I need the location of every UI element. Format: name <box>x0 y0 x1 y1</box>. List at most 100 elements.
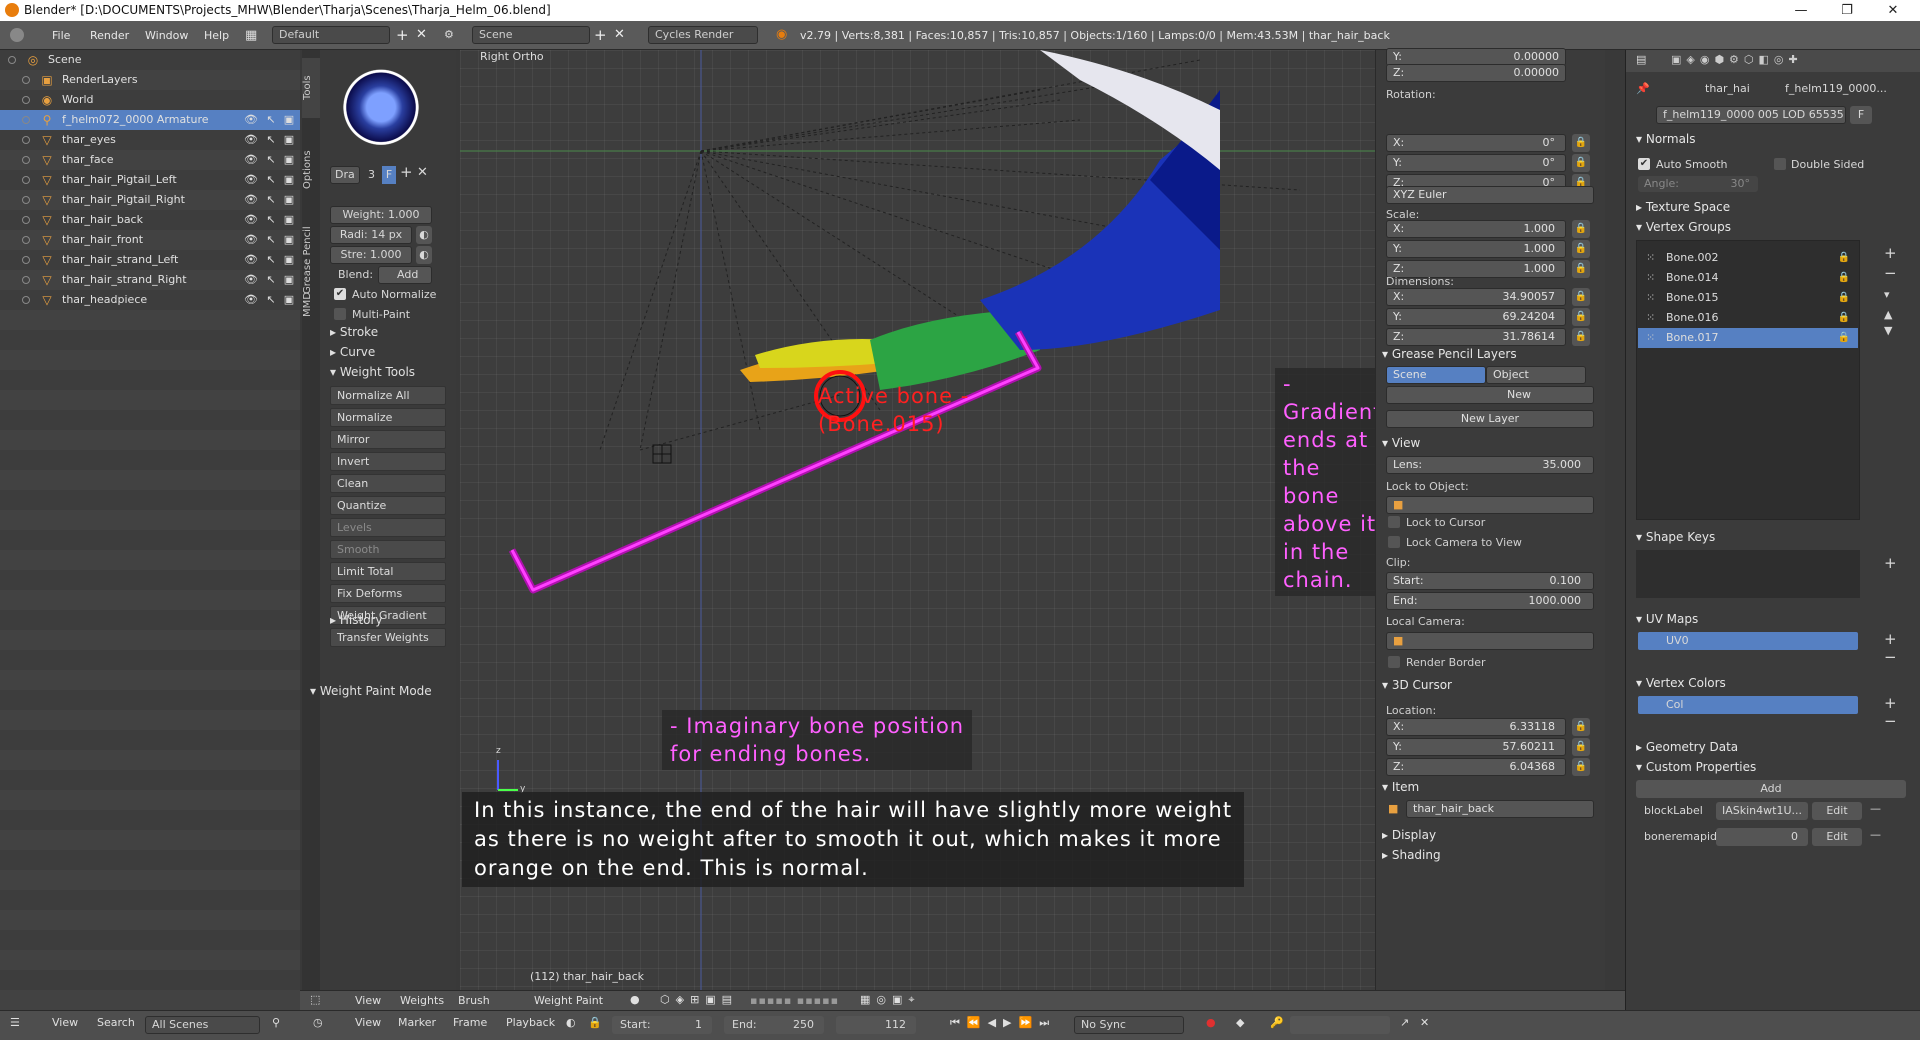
scene-icon[interactable]: ⚙ <box>444 28 454 41</box>
keying-set-icon[interactable]: 🔑 <box>1270 1016 1284 1029</box>
outliner-item[interactable]: ▽ thar_hair_Pigtail_Right 👁 ↖ ▣ <box>0 190 300 210</box>
current-frame-field[interactable]: 112 <box>836 1016 916 1034</box>
outliner-item[interactable]: ▽ thar_hair_strand_Right 👁 ↖ ▣ <box>0 270 300 290</box>
remove-vertex-color-icon[interactable]: − <box>1884 712 1897 730</box>
visibility-eye-icon[interactable]: 👁 <box>244 210 258 230</box>
selectable-cursor-icon[interactable]: ↖ <box>264 250 278 270</box>
tab-mmd[interactable]: MMD <box>302 290 320 320</box>
delete-key-icon[interactable]: ✕ <box>1420 1016 1429 1029</box>
selectable-cursor-icon[interactable]: ↖ <box>264 190 278 210</box>
outliner-item[interactable]: ▽ thar_hair_front 👁 ↖ ▣ <box>0 230 300 250</box>
vertex-group-specials-icon[interactable]: ▾ <box>1884 288 1890 301</box>
remove-uv-icon[interactable]: − <box>1884 648 1897 666</box>
scale-y-field[interactable]: Y: 1.000 <box>1386 240 1566 258</box>
render-camera-icon[interactable]: ▣ <box>282 170 296 190</box>
lock-icon[interactable]: 🔒 <box>1572 308 1590 326</box>
lock-icon[interactable]: 🔒 <box>1572 718 1590 736</box>
menu-file[interactable]: File <box>52 29 70 42</box>
outliner-item[interactable]: ▣ RenderLayers <box>0 70 300 90</box>
3d-viewport[interactable]: Right Ortho z y (112) thar_hair_back Act… <box>460 50 1375 990</box>
panel-custom-properties[interactable]: ▾ Custom Properties <box>1636 760 1756 774</box>
keying-set-field[interactable] <box>1290 1016 1390 1034</box>
display-mode-selector[interactable]: All Scenes <box>145 1016 260 1034</box>
normalize-all-button[interactable]: Normalize All <box>330 386 446 405</box>
clip-start-field[interactable]: Start: 0.100 <box>1386 572 1594 590</box>
add-layout-icon[interactable]: + <box>396 26 409 44</box>
panel-history[interactable]: ▸ History <box>330 611 450 629</box>
outliner-view-menu[interactable]: View <box>52 1016 78 1029</box>
selectable-cursor-icon[interactable]: ↖ <box>264 230 278 250</box>
lock-icon[interactable]: 🔒 <box>1838 288 1850 308</box>
render-camera-icon[interactable]: ▣ <box>282 190 296 210</box>
outliner-item[interactable]: ▽ thar_face 👁 ↖ ▣ <box>0 150 300 170</box>
visibility-eye-icon[interactable]: 👁 <box>244 150 258 170</box>
lock-icon[interactable]: 🔒 <box>1838 308 1850 328</box>
quantize-button[interactable]: Quantize <box>330 496 446 515</box>
lock-object-field[interactable]: ■ <box>1386 496 1594 514</box>
timeline-marker-menu[interactable]: Marker <box>398 1016 436 1029</box>
expand-toggle-icon[interactable] <box>22 296 30 304</box>
render-camera-icon[interactable]: ▣ <box>282 250 296 270</box>
mesh-fake-user[interactable]: F <box>1850 106 1872 124</box>
lens-field[interactable]: Lens: 35.000 <box>1386 456 1594 474</box>
delete-scene-icon[interactable]: ✕ <box>614 27 625 42</box>
vertex-group-item[interactable]: ⁙ Bone.016 🔒 <box>1638 308 1858 328</box>
clip-end-field[interactable]: End: 1000.000 <box>1386 592 1594 610</box>
scene-selector[interactable]: Scene <box>472 26 590 44</box>
pin-icon[interactable]: 📌 <box>1636 82 1650 95</box>
brush-name-field[interactable]: Dra <box>330 166 360 184</box>
gp-scene-toggle[interactable]: Scene <box>1386 366 1486 384</box>
render-camera-icon[interactable]: ▣ <box>282 130 296 150</box>
insert-key-icon[interactable]: ↗ <box>1400 1016 1409 1029</box>
outliner-item[interactable]: ▽ thar_hair_Pigtail_Left 👁 ↖ ▣ <box>0 170 300 190</box>
render-camera-icon[interactable]: ▣ <box>282 210 296 230</box>
layer-buttons[interactable]: ▪▪▪▪▪ ▪▪▪▪▪ <box>750 994 839 1007</box>
search-icon[interactable]: ⚲ <box>272 1016 280 1029</box>
selectable-cursor-icon[interactable]: ↖ <box>264 110 278 130</box>
render-camera-icon[interactable]: ▣ <box>282 110 296 130</box>
expand-toggle-icon[interactable] <box>22 136 30 144</box>
vertex-group-item[interactable]: ⁙ Bone.002 🔒 <box>1638 248 1858 268</box>
render-camera-icon[interactable]: ▣ <box>282 270 296 290</box>
outliner-search-menu[interactable]: Search <box>97 1016 135 1029</box>
lock-icon[interactable]: 🔒 <box>1572 260 1590 278</box>
panel-view[interactable]: ▾ View <box>1382 436 1420 450</box>
viewport-shading-icon[interactable]: ● <box>630 993 640 1006</box>
timeline-view-menu[interactable]: View <box>355 1016 381 1029</box>
custom-prop-2-edit[interactable]: Edit <box>1812 828 1862 846</box>
cursor-location-z-field[interactable]: Z: 6.04368 <box>1386 758 1566 776</box>
minimize-icon[interactable]: — <box>1778 0 1824 21</box>
custom-prop-1-value[interactable]: IASkin4wt1U... <box>1716 802 1808 820</box>
gp-new-button[interactable]: New <box>1386 386 1594 404</box>
new-layer-button[interactable]: New Layer <box>1386 410 1594 428</box>
panel-curve[interactable]: ▸ Curve <box>330 343 450 361</box>
timeline-frame-menu[interactable]: Frame <box>453 1016 487 1029</box>
fix-deforms-button[interactable]: Fix Deforms <box>330 584 446 603</box>
render-camera-icon[interactable]: ▣ <box>282 290 296 310</box>
render-camera-icon[interactable]: ▣ <box>282 150 296 170</box>
normalize-button[interactable]: Normalize <box>330 408 446 427</box>
selectable-cursor-icon[interactable]: ↖ <box>264 290 278 310</box>
lock-icon[interactable]: 🔒 <box>1572 240 1590 258</box>
expand-toggle-icon[interactable] <box>22 116 30 124</box>
cursor-location-y-field[interactable]: Y: 57.60211 <box>1386 738 1566 756</box>
panel-texture-space[interactable]: ▸ Texture Space <box>1636 200 1730 214</box>
add-vertex-group-icon[interactable]: + <box>1884 244 1897 262</box>
custom-prop-2-remove-icon[interactable]: — <box>1870 828 1881 841</box>
mirror-button[interactable]: Mirror <box>330 430 446 449</box>
smooth-button[interactable]: Smooth <box>330 540 446 559</box>
rotation-x-field[interactable]: X: 0° <box>1386 134 1566 152</box>
playback-controls[interactable]: ⏮⏪◀▶⏩⏭ <box>950 1016 1056 1030</box>
custom-prop-2-value[interactable]: 0 <box>1716 828 1808 846</box>
vertex-group-item[interactable]: ⁙ Bone.014 🔒 <box>1638 268 1858 288</box>
menu-render[interactable]: Render <box>90 29 129 42</box>
menu-window[interactable]: Window <box>145 29 188 42</box>
custom-prop-1-edit[interactable]: Edit <box>1812 802 1862 820</box>
menu-weights[interactable]: Weights <box>400 994 444 1007</box>
end-frame-field[interactable]: End: 250 <box>724 1016 824 1034</box>
gp-object-toggle[interactable]: Object <box>1486 366 1586 384</box>
panel-uv-maps[interactable]: ▾ UV Maps <box>1636 612 1698 626</box>
expand-toggle-icon[interactable] <box>22 196 30 204</box>
mode-selector[interactable]: Weight Paint <box>522 994 603 1007</box>
menu-help[interactable]: Help <box>204 29 229 42</box>
